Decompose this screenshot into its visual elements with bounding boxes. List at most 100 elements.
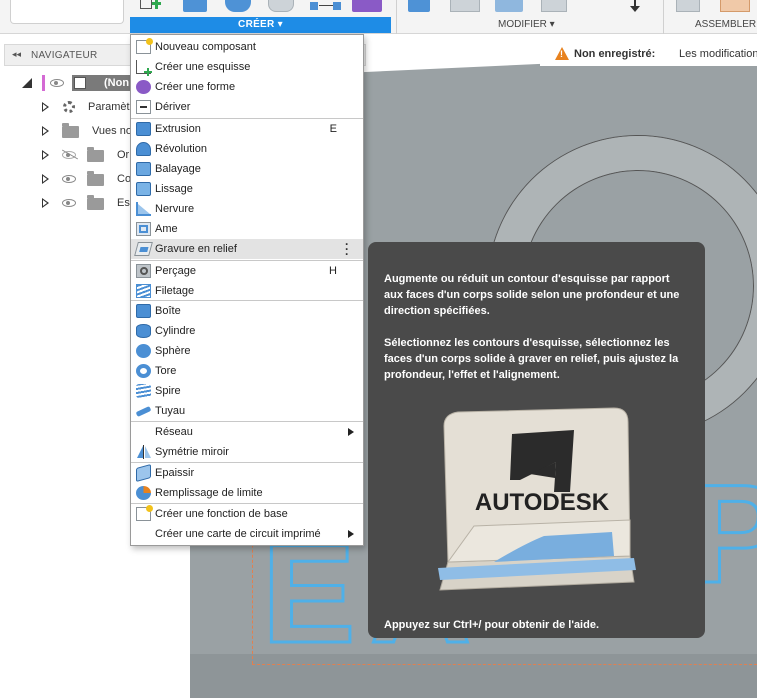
assemble-menu-button[interactable]: ASSEMBLER	[695, 19, 756, 30]
visibility-eye-icon[interactable]	[50, 79, 64, 87]
menu-item-emboss[interactable]: Gravure en relief · · ·	[131, 238, 363, 260]
web-icon	[136, 222, 151, 236]
menu-item-label: Créer une esquisse	[155, 61, 251, 73]
revolve-tool-icon[interactable]	[225, 0, 251, 12]
menu-item-label: Symétrie miroir	[155, 446, 229, 458]
chamfer-tool-icon[interactable]	[495, 0, 523, 12]
sketch-icon	[136, 60, 152, 76]
create-menu-button[interactable]: CRÉER ▾	[130, 17, 391, 33]
menu-item-revolve[interactable]: Révolution	[131, 139, 363, 159]
extrude-tool-icon[interactable]	[183, 0, 207, 12]
thread-icon	[136, 284, 151, 298]
revolve-icon	[136, 142, 151, 156]
expand-triangle-icon[interactable]	[42, 174, 49, 184]
menu-item-base-feature[interactable]: Créer une fonction de base	[131, 504, 363, 524]
menu-item-label: Boîte	[155, 305, 181, 317]
menu-item-label: Créer une forme	[155, 81, 236, 93]
menu-item-create-form[interactable]: Créer une forme	[131, 77, 363, 97]
toolbar-empty-slot	[10, 0, 124, 24]
menu-item-label: Sphère	[155, 345, 191, 357]
form-tool-icon[interactable]	[352, 0, 382, 12]
sphere-icon	[136, 344, 151, 358]
toolbar-divider	[663, 0, 664, 34]
browser-item-label: Co	[117, 173, 132, 185]
joint-origin-tool-icon[interactable]	[720, 0, 750, 12]
fillet-tool-icon[interactable]	[450, 0, 480, 12]
collapse-panel-icon[interactable]: ◂◂	[12, 49, 21, 60]
submenu-arrow-icon	[348, 530, 354, 538]
menu-item-boundary-fill[interactable]: Remplissage de limite	[131, 483, 363, 503]
browser-item-named-views[interactable]: Vues no	[0, 120, 140, 142]
expand-triangle-icon[interactable]	[42, 150, 49, 160]
browser-item-label: Vues no	[92, 125, 132, 137]
browser-root-row[interactable]: (Non	[0, 72, 135, 94]
rib-icon	[136, 202, 151, 216]
hole-tool-icon[interactable]	[268, 0, 294, 12]
menu-item-sphere[interactable]: Sphère	[131, 341, 363, 361]
menu-item-label: Nouveau composant	[155, 41, 256, 53]
root-component-label: (Non	[104, 77, 130, 89]
autodesk-logo-text: AUTODESK	[475, 489, 610, 516]
modify-menu-button[interactable]: MODIFIER ▾	[498, 19, 555, 30]
menu-item-pipe[interactable]: Tuyau	[131, 401, 363, 421]
browser-item-bodies[interactable]: Co	[0, 168, 140, 190]
warning-icon	[555, 47, 569, 60]
derive-icon	[136, 100, 151, 114]
menu-item-torus[interactable]: Tore	[131, 361, 363, 381]
emboss-tooltip: Augmente ou réduit un contour d'esquisse…	[368, 242, 705, 638]
sweep-icon	[136, 162, 151, 176]
menu-item-box[interactable]: Boîte	[131, 301, 363, 321]
menu-item-label: Perçage	[155, 265, 196, 277]
menu-item-web[interactable]: Ame	[131, 219, 363, 239]
emboss-icon	[134, 242, 153, 256]
joint-tool-icon[interactable]	[676, 0, 700, 12]
visibility-eye-icon[interactable]	[62, 175, 76, 183]
folder-icon	[87, 171, 104, 186]
new-sketch-tool-icon[interactable]	[140, 0, 162, 12]
folder-icon	[87, 147, 104, 162]
menu-item-extrude[interactable]: Extrusion E	[131, 119, 363, 139]
base-feature-icon	[136, 505, 153, 521]
coil-icon	[136, 384, 151, 398]
menu-item-cylinder[interactable]: Cylindre	[131, 321, 363, 341]
menu-item-new-component[interactable]: Nouveau composant	[131, 37, 363, 57]
more-options-icon[interactable]: · · ·	[345, 238, 349, 260]
browser-item-sketches[interactable]: Es	[0, 192, 140, 214]
move-tool-icon[interactable]	[628, 0, 642, 12]
menu-item-rib[interactable]: Nervure	[131, 199, 363, 219]
menu-item-derive[interactable]: Dériver	[131, 97, 363, 117]
browser-item-label: Paramèt	[88, 101, 130, 113]
menu-item-coil[interactable]: Spire	[131, 381, 363, 401]
menu-item-thread[interactable]: Filetage	[131, 281, 363, 301]
hidden-eye-icon[interactable]	[61, 149, 79, 160]
submenu-arrow-icon	[348, 428, 354, 436]
boundary-fill-icon	[136, 486, 151, 500]
form-icon	[136, 80, 151, 94]
menu-item-loft[interactable]: Lissage	[131, 179, 363, 199]
loft-icon	[136, 182, 151, 196]
tooltip-help-hint: Appuyez sur Ctrl+/ pour obtenir de l'aid…	[384, 619, 600, 631]
collapse-triangle-icon[interactable]	[22, 78, 32, 88]
press-pull-tool-icon[interactable]	[408, 0, 430, 12]
menu-item-hole[interactable]: Perçage H	[131, 261, 363, 281]
menu-item-mirror[interactable]: Symétrie miroir	[131, 442, 363, 462]
browser-item-origin[interactable]: Or	[0, 144, 140, 166]
menu-item-thicken[interactable]: Epaissir	[131, 463, 363, 483]
menu-item-pattern[interactable]: Réseau	[131, 422, 363, 442]
expand-triangle-icon[interactable]	[42, 102, 49, 112]
expand-triangle-icon[interactable]	[42, 126, 49, 136]
browser-item-parameters[interactable]: Paramèt	[0, 96, 140, 118]
visibility-eye-icon[interactable]	[62, 199, 76, 207]
menu-item-label: Remplissage de limite	[155, 487, 263, 499]
menu-item-sweep[interactable]: Balayage	[131, 159, 363, 179]
pipe-icon	[135, 404, 152, 418]
cylinder-icon	[136, 324, 151, 338]
pattern-tool-icon[interactable]	[310, 0, 342, 12]
expand-triangle-icon[interactable]	[42, 198, 49, 208]
menu-item-label: Tuyau	[155, 405, 186, 417]
unsaved-message: Les modification	[679, 48, 757, 60]
sketch-profile-edge	[252, 664, 757, 665]
menu-item-create-sketch[interactable]: Créer une esquisse	[131, 57, 363, 77]
shell-tool-icon[interactable]	[541, 0, 567, 12]
menu-item-pcb[interactable]: Créer une carte de circuit imprimé	[131, 524, 363, 544]
